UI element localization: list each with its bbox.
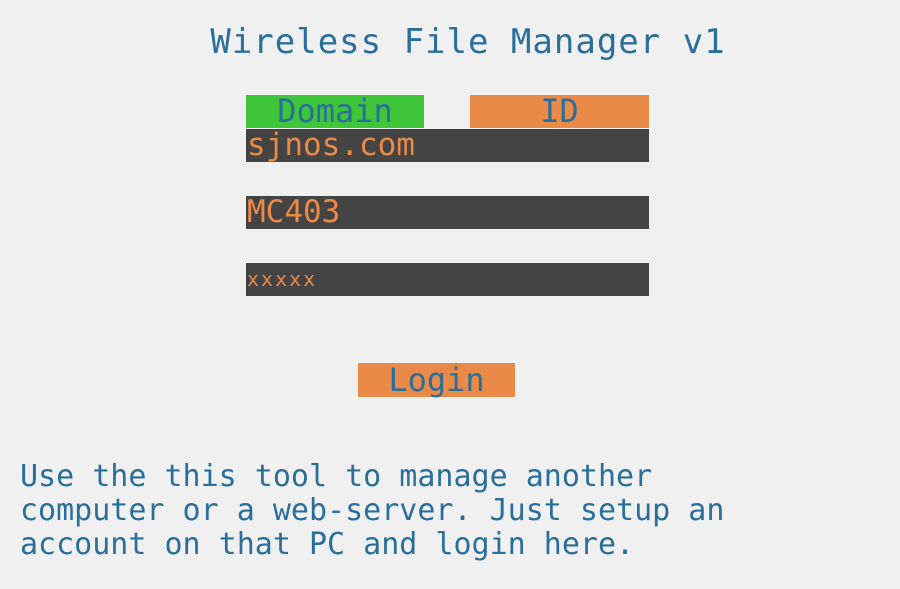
app-title: Wireless File Manager v1 (210, 22, 726, 62)
tab-domain[interactable]: Domain (246, 95, 424, 128)
id-field[interactable] (246, 196, 649, 229)
password-field[interactable] (246, 263, 649, 296)
login-button[interactable]: Login (358, 363, 515, 397)
domain-field[interactable] (246, 129, 649, 162)
tab-id[interactable]: ID (470, 95, 649, 128)
help-text: Use the this tool to manage another comp… (20, 459, 725, 562)
